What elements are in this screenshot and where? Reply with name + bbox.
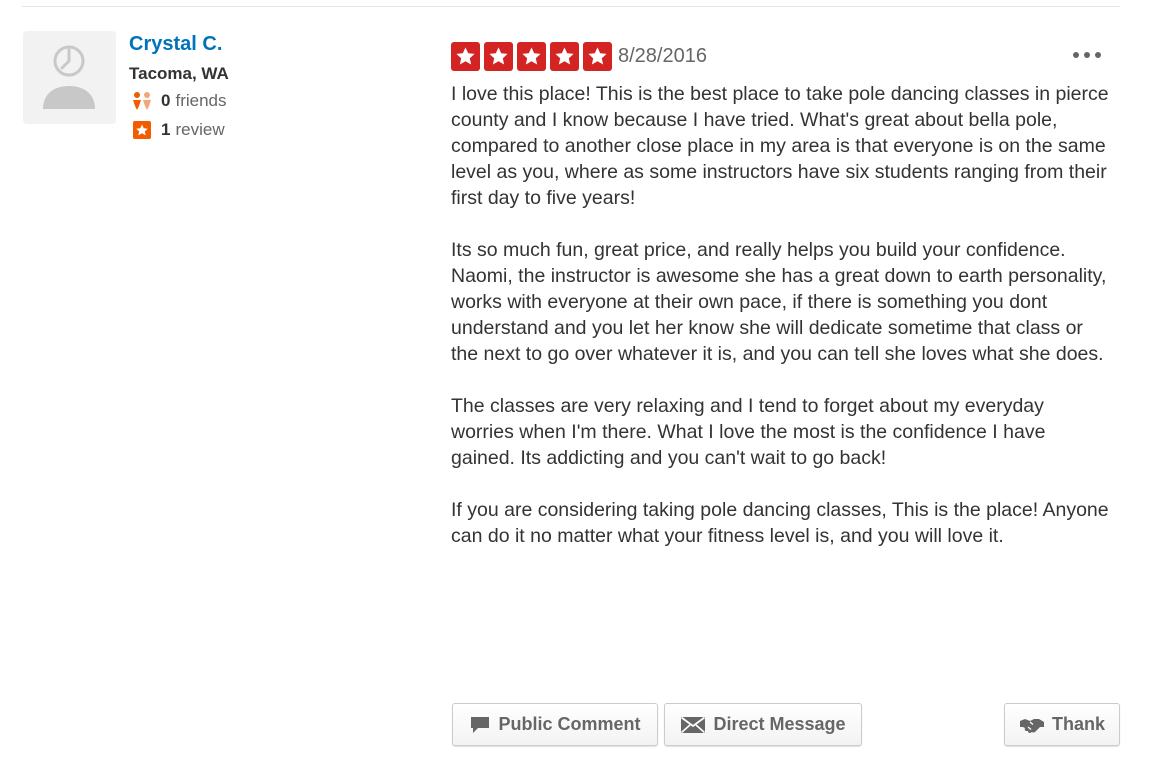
star-icon [583,42,612,71]
review-star-icon [130,120,154,140]
thank-button[interactable]: Thank [1004,703,1120,746]
speech-bubble-icon [469,715,491,735]
friends-icon [130,91,154,111]
review-count: 1 [161,120,171,139]
review-label: review [175,120,225,139]
friends-count: 0 [161,91,171,110]
review-date: 8/28/2016 [618,45,707,67]
review-paragraph: The classes are very relaxing and I tend… [451,395,1046,469]
direct-message-label: Direct Message [713,714,846,734]
review-paragraph: I love this place! This is the best plac… [451,83,1109,209]
star-icon [517,42,546,71]
more-options-icon[interactable] [1073,47,1101,63]
friends-count-stat: 0 friends [130,90,227,112]
user-avatar[interactable] [23,31,116,124]
review-paragraph: Its so much fun, great price, and really… [451,239,1107,365]
public-comment-button[interactable]: Public Comment [452,703,658,746]
star-icon [550,42,579,71]
star-rating [451,42,612,71]
public-comment-label: Public Comment [498,714,641,734]
default-user-avatar-icon [43,45,95,109]
thank-label: Thank [1051,714,1105,734]
review-count-stat: 1 review [130,119,225,141]
friends-label: friends [175,91,227,110]
handshake-icon [1019,715,1045,735]
user-location: Tacoma, WA [129,64,229,83]
star-icon [484,42,513,71]
review-text: I love this place! This is the best plac… [451,81,1111,549]
user-name-link[interactable]: Crystal C. [129,33,222,56]
envelope-icon [680,715,706,735]
section-divider [22,6,1120,7]
direct-message-button[interactable]: Direct Message [664,703,862,746]
star-icon [451,42,480,71]
review-paragraph: If you are considering taking pole danci… [451,499,1109,547]
